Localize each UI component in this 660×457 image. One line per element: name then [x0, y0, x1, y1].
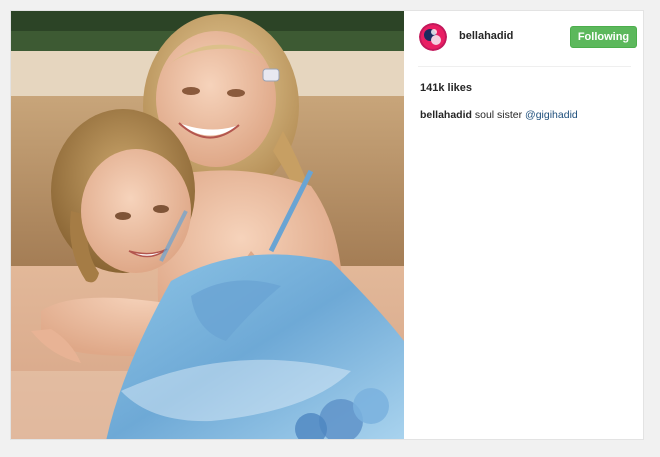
- post-header: bellahadid Following: [404, 11, 643, 67]
- likes-count[interactable]: 141k likes: [420, 82, 472, 94]
- photo-illustration: [11, 11, 404, 439]
- caption-mention-link[interactable]: @gigihadid: [525, 109, 578, 121]
- post-author-username[interactable]: bellahadid: [459, 30, 513, 42]
- post-caption: bellahadid soul sister @gigihadid: [420, 109, 578, 121]
- caption-text: soul sister: [474, 109, 523, 121]
- post-photo[interactable]: [11, 11, 404, 439]
- instagram-post: bellahadid Following 141k likes bellahad…: [10, 10, 644, 440]
- following-button[interactable]: Following: [570, 26, 637, 48]
- caption-username[interactable]: bellahadid: [420, 109, 472, 121]
- post-details-panel: bellahadid Following 141k likes bellahad…: [404, 11, 643, 439]
- header-divider: [418, 66, 631, 67]
- profile-avatar-icon[interactable]: [419, 23, 447, 51]
